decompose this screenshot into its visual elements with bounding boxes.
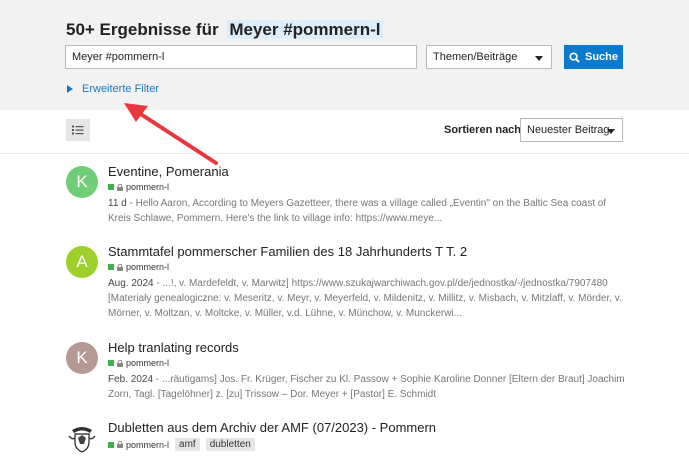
search-input[interactable] xyxy=(65,45,417,69)
category-name: pommern-l xyxy=(126,262,170,272)
result-category[interactable]: pommern-l amf dubletten xyxy=(108,438,255,451)
tag-amf[interactable]: amf xyxy=(175,438,200,451)
result-category[interactable]: pommern-l xyxy=(108,182,169,192)
result-excerpt: Feb. 2024 - ...räutigams] Jos. Fr. Krüge… xyxy=(108,372,628,402)
avatar[interactable]: A xyxy=(66,246,98,278)
result-category[interactable]: pommern-l xyxy=(108,262,169,272)
list-view-toggle[interactable] xyxy=(66,119,90,141)
avatar[interactable]: K xyxy=(66,166,98,198)
category-name: pommern-l xyxy=(126,182,170,192)
lock-icon xyxy=(117,183,123,191)
lock-icon xyxy=(117,263,123,271)
sort-select[interactable]: Neuester Beitrag xyxy=(520,118,623,142)
results-count-text: 50+ Ergebnisse für xyxy=(66,20,219,39)
result-category[interactable]: pommern-l xyxy=(108,358,169,368)
result-excerpt-text: - ...!, v. Mardefeldt, v. Marwitz] https… xyxy=(108,278,622,319)
list-icon xyxy=(72,125,84,135)
lock-icon xyxy=(117,441,123,448)
result-title[interactable]: Dubletten aus dem Archiv der AMF (07/202… xyxy=(108,420,436,435)
divider xyxy=(0,153,689,154)
search-type-select[interactable]: Themen/Beiträge xyxy=(426,45,552,69)
sort-value: Neuester Beitrag xyxy=(527,124,610,136)
result-title[interactable]: Stammtafel pommerscher Familien des 18 J… xyxy=(108,244,467,259)
result-excerpt: Aug. 2024 - ...!, v. Mardefeldt, v. Marw… xyxy=(108,276,628,321)
search-button-label: Suche xyxy=(584,51,618,63)
expand-triangle-icon xyxy=(67,85,73,93)
result-excerpt-text: - Hello Aaron, According to Meyers Gazet… xyxy=(108,198,607,224)
category-color-badge xyxy=(108,360,114,366)
result-date: 11 d xyxy=(108,198,127,209)
coat-of-arms-avatar-icon[interactable] xyxy=(66,422,98,454)
avatar[interactable]: K xyxy=(66,342,98,374)
advanced-filters-label: Erweiterte Filter xyxy=(82,83,160,95)
chevron-down-icon xyxy=(607,129,615,134)
result-title[interactable]: Help tranlating records xyxy=(108,340,239,355)
lock-icon xyxy=(117,359,123,367)
category-color-badge xyxy=(108,264,114,270)
result-date: Aug. 2024 xyxy=(108,278,154,289)
category-name: pommern-l xyxy=(126,358,170,368)
advanced-filters-toggle[interactable]: Erweiterte Filter xyxy=(67,83,159,95)
result-title[interactable]: Eventine, Pomerania xyxy=(108,164,229,179)
chevron-down-icon xyxy=(535,56,543,61)
search-query-highlight: Meyer #pommern-l xyxy=(227,20,383,39)
search-type-value: Themen/Beiträge xyxy=(433,51,518,63)
page-title: 50+ Ergebnisse für Meyer #pommern-l xyxy=(66,20,383,40)
result-excerpt: 11 d - Hello Aaron, According to Meyers … xyxy=(108,196,628,226)
category-color-badge xyxy=(108,184,114,190)
category-name: pommern-l xyxy=(126,439,170,450)
result-excerpt-text: - ...räutigams] Jos. Fr. Krüger, Fischer… xyxy=(108,374,625,400)
search-icon xyxy=(569,51,580,63)
category-color-badge xyxy=(108,441,114,448)
sort-label: Sortieren nach xyxy=(444,124,522,136)
tag-dubletten[interactable]: dubletten xyxy=(205,438,255,451)
search-button[interactable]: Suche xyxy=(564,45,623,69)
result-date: Feb. 2024 xyxy=(108,374,154,385)
